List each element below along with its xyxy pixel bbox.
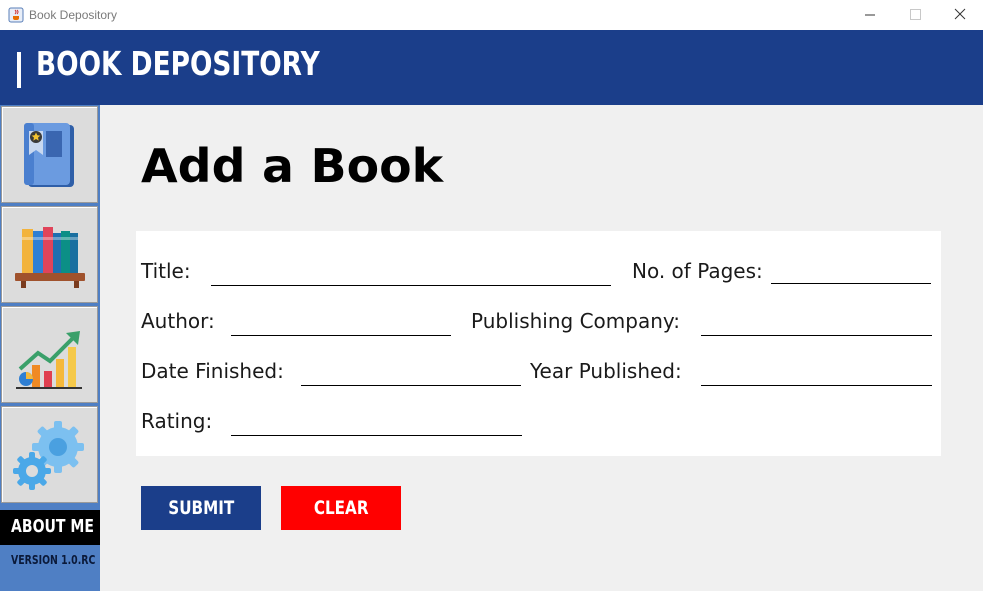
title-label: Title: [141, 259, 191, 283]
java-cup-icon [8, 7, 24, 23]
author-label: Author: [141, 309, 215, 333]
minimize-icon[interactable] [847, 0, 893, 30]
company-label: Publishing Company: [471, 309, 681, 333]
close-icon[interactable] [937, 0, 983, 30]
rating-input[interactable] [231, 412, 522, 436]
about-me-button[interactable]: ABOUT ME [0, 510, 100, 545]
growth-chart-icon [16, 331, 82, 389]
gears-icon [13, 421, 84, 490]
submit-label: SUBMIT [167, 497, 235, 519]
window-title: Book Depository [29, 8, 118, 22]
clear-label: CLEAR [313, 497, 369, 519]
sidebar-item-bookshelf[interactable] [1, 206, 98, 303]
page-title: Add a Book [141, 139, 444, 193]
header-accent-bar [17, 52, 21, 88]
title-input[interactable] [211, 262, 611, 286]
date-finished-label: Date Finished: [141, 359, 284, 383]
sidebar-item-statistics[interactable] [1, 306, 98, 403]
author-input[interactable] [231, 312, 451, 336]
date-finished-input[interactable] [301, 362, 521, 386]
book-with-star-icon [24, 123, 74, 187]
company-input[interactable] [701, 312, 932, 336]
sidebar-item-settings[interactable] [1, 406, 98, 503]
pages-input[interactable] [771, 260, 931, 284]
sidebar-item-add-book[interactable] [1, 106, 98, 203]
submit-button[interactable]: SUBMIT [141, 486, 261, 530]
add-book-form: Title: No. of Pages: Author: Publishing … [136, 231, 941, 456]
clear-button[interactable]: CLEAR [281, 486, 401, 530]
maximize-icon[interactable] [892, 0, 938, 30]
about-me-label: ABOUT ME [11, 516, 94, 537]
pages-label: No. of Pages: [632, 259, 763, 283]
bookshelf-icon [15, 227, 85, 288]
app-header: BOOK DEPOSITORY [0, 30, 983, 105]
rating-label: Rating: [141, 409, 213, 433]
app-title: BOOK DEPOSITORY [36, 44, 320, 83]
year-published-label: Year Published: [530, 359, 682, 383]
window-titlebar: Book Depository [0, 0, 983, 30]
version-label: VERSION 1.0.RC [11, 553, 96, 567]
sidebar: ABOUT ME VERSION 1.0.RC [0, 105, 100, 591]
year-published-input[interactable] [701, 362, 932, 386]
